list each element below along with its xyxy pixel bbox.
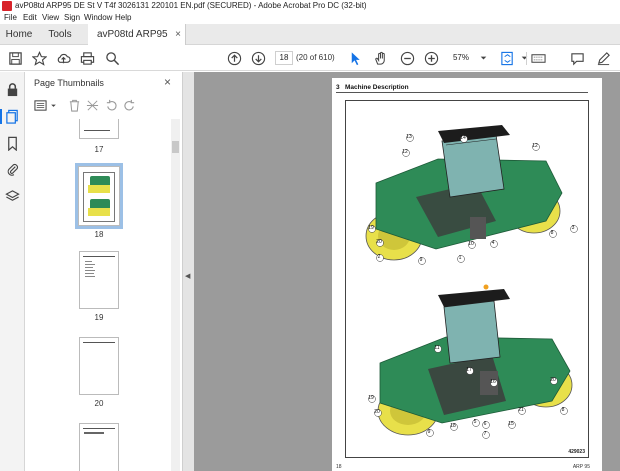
thumbnail-page-20[interactable] bbox=[79, 337, 119, 395]
thumbnail-label-20: 20 bbox=[94, 399, 104, 408]
menu-sign[interactable]: Sign bbox=[64, 12, 80, 24]
document-view[interactable]: 3 Machine Description 429023 18 ARP 95 bbox=[194, 72, 620, 471]
print-icon[interactable] bbox=[80, 51, 95, 66]
zoom-in-icon[interactable] bbox=[424, 51, 439, 66]
pdf-page: 3 Machine Description 429023 18 ARP 95 bbox=[332, 78, 602, 471]
rotate-counterclockwise-icon[interactable] bbox=[105, 99, 118, 112]
menu-file[interactable]: File bbox=[4, 12, 17, 24]
zoom-level-dropdown[interactable]: 57% bbox=[447, 51, 475, 65]
acrobat-app-icon bbox=[2, 1, 12, 11]
upload-cloud-icon[interactable] bbox=[56, 51, 71, 66]
roller-top-view bbox=[365, 125, 563, 261]
menu-edit[interactable]: Edit bbox=[23, 12, 37, 24]
comment-icon[interactable] bbox=[570, 51, 585, 66]
search-icon[interactable] bbox=[105, 51, 120, 66]
menu-view[interactable]: View bbox=[42, 12, 59, 24]
roller-bottom-view bbox=[377, 284, 573, 436]
rotate-clockwise-icon[interactable] bbox=[123, 99, 136, 112]
zoom-out-icon[interactable] bbox=[400, 51, 415, 66]
tab-tools[interactable]: Tools bbox=[40, 24, 80, 45]
bookmarks-icon[interactable] bbox=[5, 136, 20, 151]
tab-document[interactable]: avP08td ARP95 DE... × bbox=[88, 24, 186, 61]
save-icon[interactable] bbox=[8, 51, 23, 66]
footer-page-number: 18 bbox=[336, 464, 342, 470]
collapse-panel-icon[interactable]: ◀ bbox=[185, 272, 190, 280]
zoom-chevron-down-icon[interactable] bbox=[476, 51, 487, 66]
bookmark-star-icon[interactable] bbox=[32, 51, 47, 66]
thumbnail-list: 17 18 19 20 bbox=[25, 119, 182, 471]
thumbnail-options-icon[interactable] bbox=[34, 99, 47, 112]
tab-close-icon[interactable]: × bbox=[175, 24, 181, 45]
machine-figure: 429023 bbox=[345, 100, 589, 458]
section-title: Machine Description bbox=[345, 84, 409, 91]
page-count-label: (20 of 610) bbox=[296, 53, 335, 62]
page-number-input[interactable]: 18 bbox=[275, 51, 293, 65]
figure-id: 429023 bbox=[568, 449, 585, 455]
attachments-icon[interactable] bbox=[5, 162, 20, 177]
delete-page-icon[interactable] bbox=[68, 99, 81, 112]
sign-pen-icon[interactable] bbox=[596, 51, 611, 66]
footer-reference: ARP 95 bbox=[572, 464, 590, 470]
thumbnail-label-17: 17 bbox=[94, 145, 104, 154]
scrollbar-thumb[interactable] bbox=[172, 141, 179, 153]
thumbnail-label-18: 18 bbox=[94, 230, 104, 239]
thumbnail-page-17[interactable] bbox=[79, 119, 119, 139]
thumbnail-toolbar bbox=[25, 95, 182, 117]
window-title: avP08td ARP95 DE St V T4f 3026131 220101… bbox=[15, 1, 367, 10]
roller-illustration bbox=[365, 125, 578, 439]
menu-window[interactable]: Window bbox=[84, 12, 112, 24]
layers-icon[interactable] bbox=[5, 189, 20, 204]
next-page-icon[interactable] bbox=[251, 51, 266, 66]
section-number: 3 bbox=[336, 84, 340, 91]
panel-title: Page Thumbnails bbox=[34, 78, 104, 88]
thumbnail-page-18[interactable] bbox=[75, 163, 123, 229]
tab-bar: Home Tools avP08td ARP95 DE... × bbox=[0, 24, 620, 61]
options-chevron-down-icon[interactable] bbox=[47, 99, 56, 112]
navigation-rail bbox=[0, 72, 25, 471]
toolbar-divider bbox=[526, 52, 527, 65]
thumbnail-scrollbar[interactable] bbox=[171, 119, 180, 471]
fit-page-icon[interactable] bbox=[500, 51, 515, 66]
fit-chevron-down-icon[interactable] bbox=[517, 51, 528, 66]
lock-icon[interactable] bbox=[5, 82, 20, 97]
panel-close-icon[interactable]: × bbox=[164, 75, 171, 89]
menu-help[interactable]: Help bbox=[115, 12, 131, 24]
header-rule bbox=[336, 92, 588, 93]
hand-tool-icon[interactable] bbox=[373, 51, 388, 66]
thumbnail-label-19: 19 bbox=[94, 313, 104, 322]
thumbnail-page-19[interactable] bbox=[79, 251, 119, 309]
select-cursor-icon[interactable] bbox=[348, 51, 363, 66]
extract-page-icon[interactable] bbox=[86, 99, 99, 112]
tab-home[interactable]: Home bbox=[0, 24, 38, 45]
thumbnail-page-21[interactable] bbox=[79, 423, 119, 471]
keyboard-icon[interactable] bbox=[531, 51, 546, 66]
panel-splitter[interactable]: ◀ bbox=[182, 72, 194, 471]
title-bar: avP08td ARP95 DE St V T4f 3026131 220101… bbox=[0, 0, 620, 12]
previous-page-icon[interactable] bbox=[227, 51, 242, 66]
main-toolbar: 18 (20 of 610) 57% bbox=[0, 46, 620, 71]
page-thumbnails-icon[interactable] bbox=[5, 109, 20, 124]
active-rail-indicator bbox=[0, 109, 2, 124]
page-thumbnails-panel: Page Thumbnails × 17 18 19 20 bbox=[25, 72, 182, 471]
menu-bar: File Edit View Sign Window Help bbox=[0, 12, 620, 24]
